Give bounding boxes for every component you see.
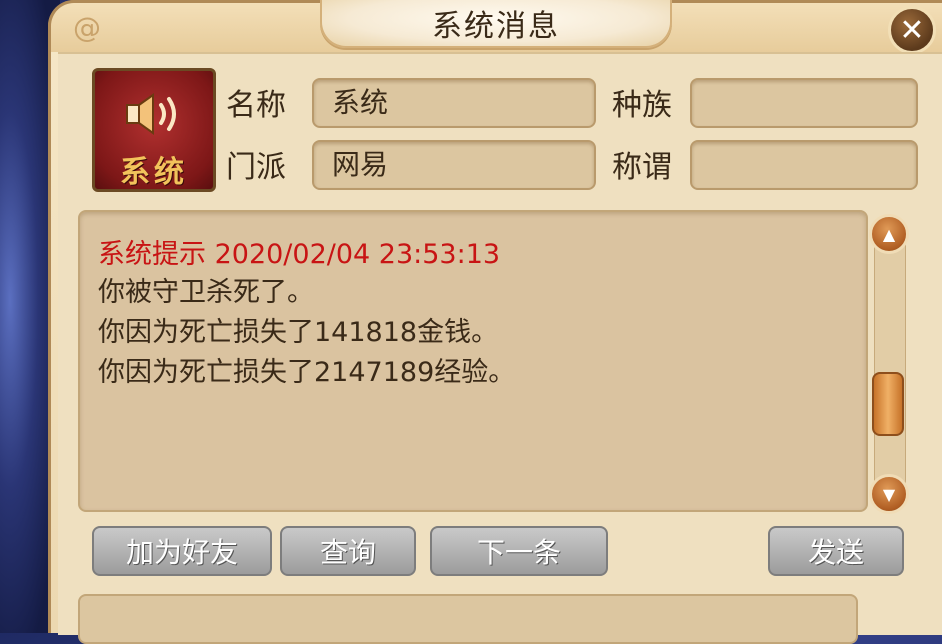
arrow-down-icon: ▼ xyxy=(882,484,896,504)
send-button[interactable]: 发送 xyxy=(768,526,904,576)
avatar-label: 系统 xyxy=(120,155,188,190)
title-banner: 系统消息 xyxy=(320,0,672,48)
query-button[interactable]: 查询 xyxy=(280,526,416,576)
next-message-button[interactable]: 下一条 xyxy=(430,526,608,576)
close-icon: ✕ xyxy=(899,12,925,48)
message-area[interactable]: 系统提示 2020/02/04 23:53:13 你被守卫杀死了。 你因为死亡损… xyxy=(78,210,868,512)
sender-avatar: 系统 xyxy=(92,68,216,192)
race-label: 种族 xyxy=(612,88,672,123)
message-line: 你被守卫杀死了。 xyxy=(98,277,314,308)
scrollbar-thumb[interactable] xyxy=(872,372,904,436)
reply-input[interactable] xyxy=(78,594,858,644)
message-header: 系统提示 2020/02/04 23:53:13 xyxy=(98,239,501,270)
scroll-up-button[interactable]: ▲ xyxy=(869,214,909,254)
sect-label: 门派 xyxy=(226,150,286,185)
dialog-title: 系统消息 xyxy=(432,9,560,44)
scrollbar-track[interactable] xyxy=(874,232,906,494)
name-label: 名称 xyxy=(226,88,286,123)
swirl-ornament-left: @ xyxy=(73,11,101,44)
close-button[interactable]: ✕ xyxy=(888,6,936,54)
name-field: 系统 xyxy=(312,78,596,128)
message-line: 你因为死亡损失了141818金钱。 xyxy=(98,317,499,348)
title-field xyxy=(690,140,918,190)
arrow-up-icon: ▲ xyxy=(882,224,896,244)
sect-field: 网易 xyxy=(312,140,596,190)
scroll-down-button[interactable]: ▼ xyxy=(869,474,909,514)
message-line: 你因为死亡损失了2147189经验。 xyxy=(98,357,516,388)
race-field xyxy=(690,78,918,128)
title-label: 称谓 xyxy=(612,150,672,185)
add-friend-button[interactable]: 加为好友 xyxy=(92,526,272,576)
speaker-icon xyxy=(126,93,176,135)
